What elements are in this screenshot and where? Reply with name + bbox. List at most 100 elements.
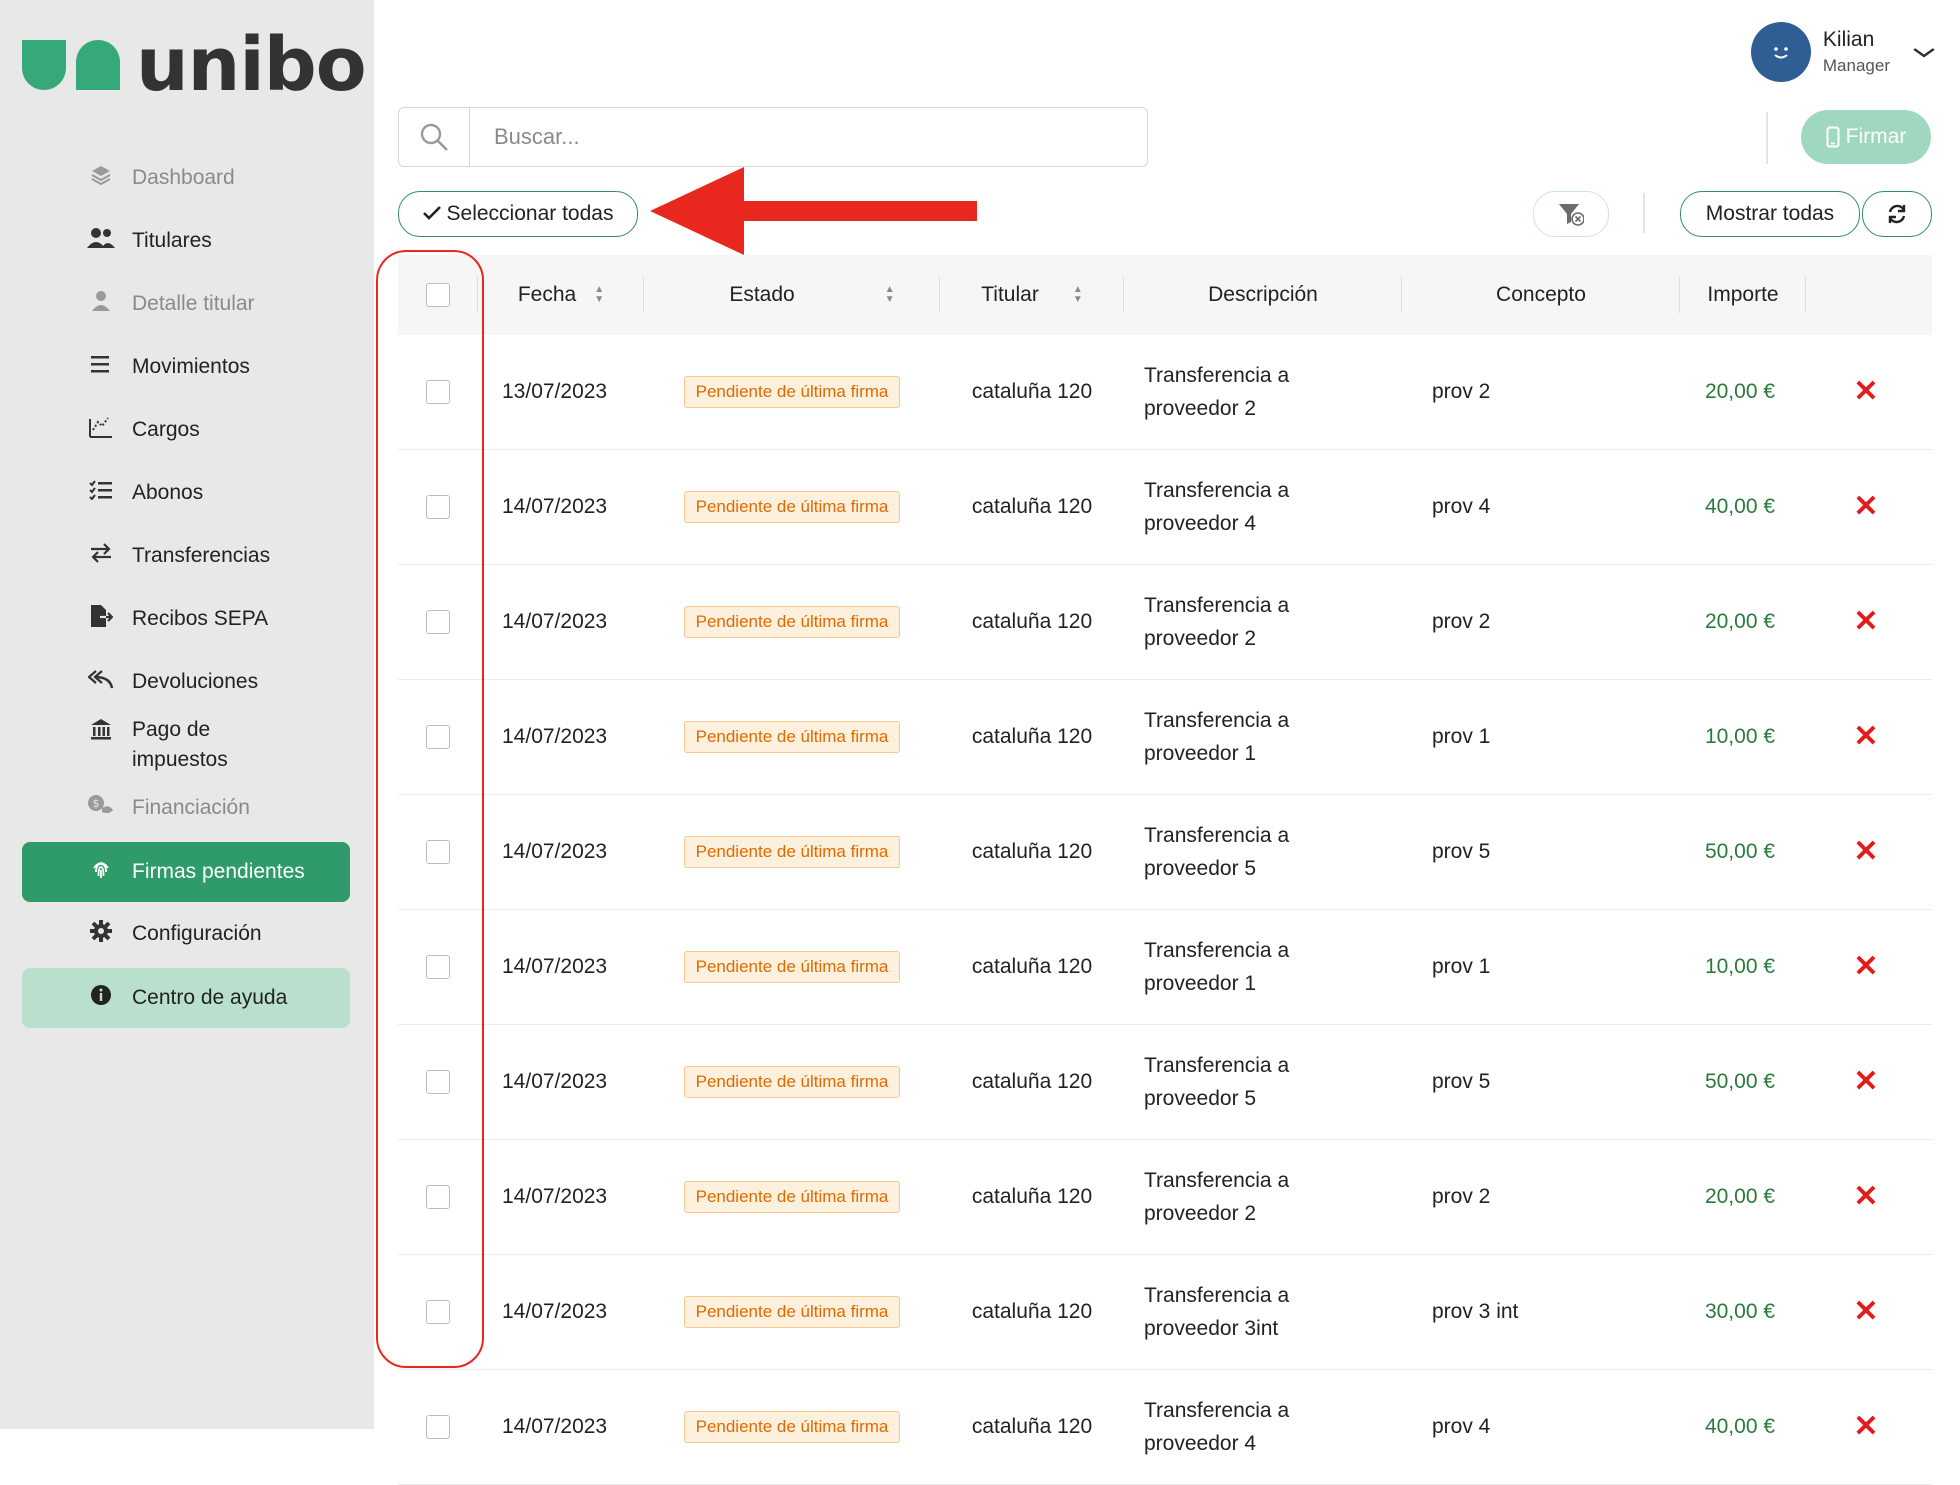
delete-icon[interactable]: ✕ xyxy=(1853,1067,1878,1097)
cell-estado: Pendiente de última firma xyxy=(644,1411,940,1443)
cell-titular: cataluña 120 xyxy=(971,495,1093,518)
row-select-cell xyxy=(398,1185,478,1209)
column-header-fecha[interactable]: Fecha ▲ ▼ xyxy=(478,255,644,335)
delete-icon[interactable]: ✕ xyxy=(1853,377,1878,407)
delete-icon[interactable]: ✕ xyxy=(1853,1297,1878,1327)
sidebar-item-detalle-titular[interactable]: Detalle titular xyxy=(22,274,350,334)
desc-line-1: Transferencia a xyxy=(1144,1284,1290,1307)
select-all-button[interactable]: Seleccionar todas xyxy=(398,191,638,237)
sidebar-item-movimientos[interactable]: Movimientos xyxy=(22,337,350,397)
row-checkbox[interactable] xyxy=(426,495,450,519)
row-checkbox[interactable] xyxy=(426,955,450,979)
delete-icon[interactable]: ✕ xyxy=(1853,837,1878,867)
sidebar-item-firmas-pendientes[interactable]: Firmas pendientes xyxy=(22,842,350,902)
cell-estado: Pendiente de última firma xyxy=(644,951,940,983)
user-menu[interactable]: Kilian Manager xyxy=(1750,22,1935,82)
row-checkbox[interactable] xyxy=(426,610,450,634)
table-row[interactable]: 14/07/2023 Pendiente de última firma cat… xyxy=(398,795,1932,910)
desc-line-2: proveedor 4 xyxy=(1144,1432,1257,1455)
header-checkbox[interactable] xyxy=(426,283,450,307)
firmar-button[interactable]: Firmar xyxy=(1801,110,1931,164)
search-icon[interactable] xyxy=(399,108,470,166)
sidebar-item-titulares[interactable]: Titulares xyxy=(22,211,350,271)
cell-descripcion: Transferencia a proveedor 5 xyxy=(1124,1049,1402,1115)
clear-filter-button[interactable] xyxy=(1533,191,1609,237)
unibo-logo[interactable]: unibo xyxy=(22,22,367,108)
cell-descripcion: Transferencia a proveedor 3int xyxy=(1124,1279,1402,1345)
file-export-icon xyxy=(86,604,116,634)
desc-line-2: proveedor 5 xyxy=(1144,857,1257,880)
sidebar-item-recibos-sepa[interactable]: Recibos SEPA xyxy=(22,589,350,649)
table-row[interactable]: 13/07/2023 Pendiente de última firma cat… xyxy=(398,335,1932,450)
cell-descripcion: Transferencia a proveedor 1 xyxy=(1124,704,1402,770)
table-row[interactable]: 14/07/2023 Pendiente de última firma cat… xyxy=(398,1255,1932,1370)
cell-importe: 20,00 € xyxy=(1704,1185,1776,1208)
smiley-icon xyxy=(1774,47,1788,59)
sidebar-item-abonos[interactable]: Abonos xyxy=(22,463,350,523)
chevron-down-icon[interactable] xyxy=(1913,42,1935,63)
table-row[interactable]: 14/07/2023 Pendiente de última firma cat… xyxy=(398,680,1932,795)
delete-icon[interactable]: ✕ xyxy=(1853,952,1878,982)
sidebar-item-dashboard[interactable]: Dashboard xyxy=(22,148,350,208)
sidebar-item-label: Configuración xyxy=(132,922,262,945)
sidebar-item-pago-impuestos[interactable]: Pago de impuestos xyxy=(22,710,350,780)
delete-icon[interactable]: ✕ xyxy=(1853,607,1878,637)
table-row[interactable]: 14/07/2023 Pendiente de última firma cat… xyxy=(398,1370,1932,1485)
refresh-button[interactable] xyxy=(1862,191,1932,237)
cell-fecha: 14/07/2023 xyxy=(502,1185,608,1208)
sort-icon[interactable]: ▲ ▼ xyxy=(885,285,895,305)
sort-icon[interactable]: ▲ ▼ xyxy=(594,285,604,305)
search-input[interactable] xyxy=(470,108,1147,166)
sidebar-item-devoluciones[interactable]: Devoluciones xyxy=(22,652,350,712)
delete-icon[interactable]: ✕ xyxy=(1853,492,1878,522)
toolbar-divider xyxy=(1766,112,1768,164)
row-checkbox[interactable] xyxy=(426,840,450,864)
column-header-actions xyxy=(1806,255,1932,335)
cell-concepto: prov 5 xyxy=(1432,1070,1491,1093)
row-checkbox[interactable] xyxy=(426,1185,450,1209)
cell-concepto: prov 5 xyxy=(1432,840,1491,863)
column-header-titular[interactable]: Titular ▲ ▼ xyxy=(940,255,1124,335)
desc-line-1: Transferencia a xyxy=(1144,479,1290,502)
cell-importe: 20,00 € xyxy=(1704,380,1776,403)
column-label: Concepto xyxy=(1496,283,1586,306)
chart-icon xyxy=(86,416,116,444)
show-all-button[interactable]: Mostrar todas xyxy=(1680,191,1860,237)
cell-actions: ✕ xyxy=(1800,1182,1932,1212)
table-row[interactable]: 14/07/2023 Pendiente de última firma cat… xyxy=(398,910,1932,1025)
refresh-icon xyxy=(1888,204,1906,224)
gear-icon xyxy=(86,920,116,948)
cell-concepto: prov 4 xyxy=(1432,1415,1491,1438)
delete-icon[interactable]: ✕ xyxy=(1853,1182,1878,1212)
avatar[interactable] xyxy=(1750,22,1811,82)
row-checkbox[interactable] xyxy=(426,725,450,749)
table-row[interactable]: 14/07/2023 Pendiente de última firma cat… xyxy=(398,565,1932,680)
sidebar-item-cargos[interactable]: Cargos xyxy=(22,400,350,460)
table-row[interactable]: 14/07/2023 Pendiente de última firma cat… xyxy=(398,1140,1932,1255)
sidebar-item-financiacion[interactable]: $ Financiación xyxy=(22,778,350,838)
cell-importe: 40,00 € xyxy=(1704,1415,1776,1438)
cell-fecha: 14/07/2023 xyxy=(502,495,608,518)
sidebar-item-configuracion[interactable]: Configuración xyxy=(22,904,350,964)
delete-icon[interactable]: ✕ xyxy=(1853,1412,1878,1442)
brand-name: unibo xyxy=(136,22,367,108)
row-checkbox[interactable] xyxy=(426,1070,450,1094)
row-checkbox[interactable] xyxy=(426,380,450,404)
row-checkbox[interactable] xyxy=(426,1300,450,1324)
cell-descripcion: Transferencia a proveedor 2 xyxy=(1124,589,1402,655)
column-label: Descripción xyxy=(1208,283,1318,306)
sidebar-item-transferencias[interactable]: Transferencias xyxy=(22,526,350,586)
sidebar-item-label: Transferencias xyxy=(132,544,271,567)
sidebar-item-centro-ayuda[interactable]: Centro de ayuda xyxy=(22,968,350,1028)
table-row[interactable]: 14/07/2023 Pendiente de última firma cat… xyxy=(398,1025,1932,1140)
desc-line-1: Transferencia a xyxy=(1144,1399,1290,1422)
column-header-estado[interactable]: Estado ▲ ▼ xyxy=(644,255,940,335)
row-checkbox[interactable] xyxy=(426,1415,450,1439)
delete-icon[interactable]: ✕ xyxy=(1853,722,1878,752)
table-row[interactable]: 14/07/2023 Pendiente de última firma cat… xyxy=(398,450,1932,565)
desc-line-2: proveedor 2 xyxy=(1144,397,1257,420)
cell-importe: 50,00 € xyxy=(1704,1070,1776,1093)
row-select-cell xyxy=(398,1415,478,1439)
sort-icon[interactable]: ▲ ▼ xyxy=(1073,285,1083,305)
cell-descripcion: Transferencia a proveedor 5 xyxy=(1124,819,1402,885)
